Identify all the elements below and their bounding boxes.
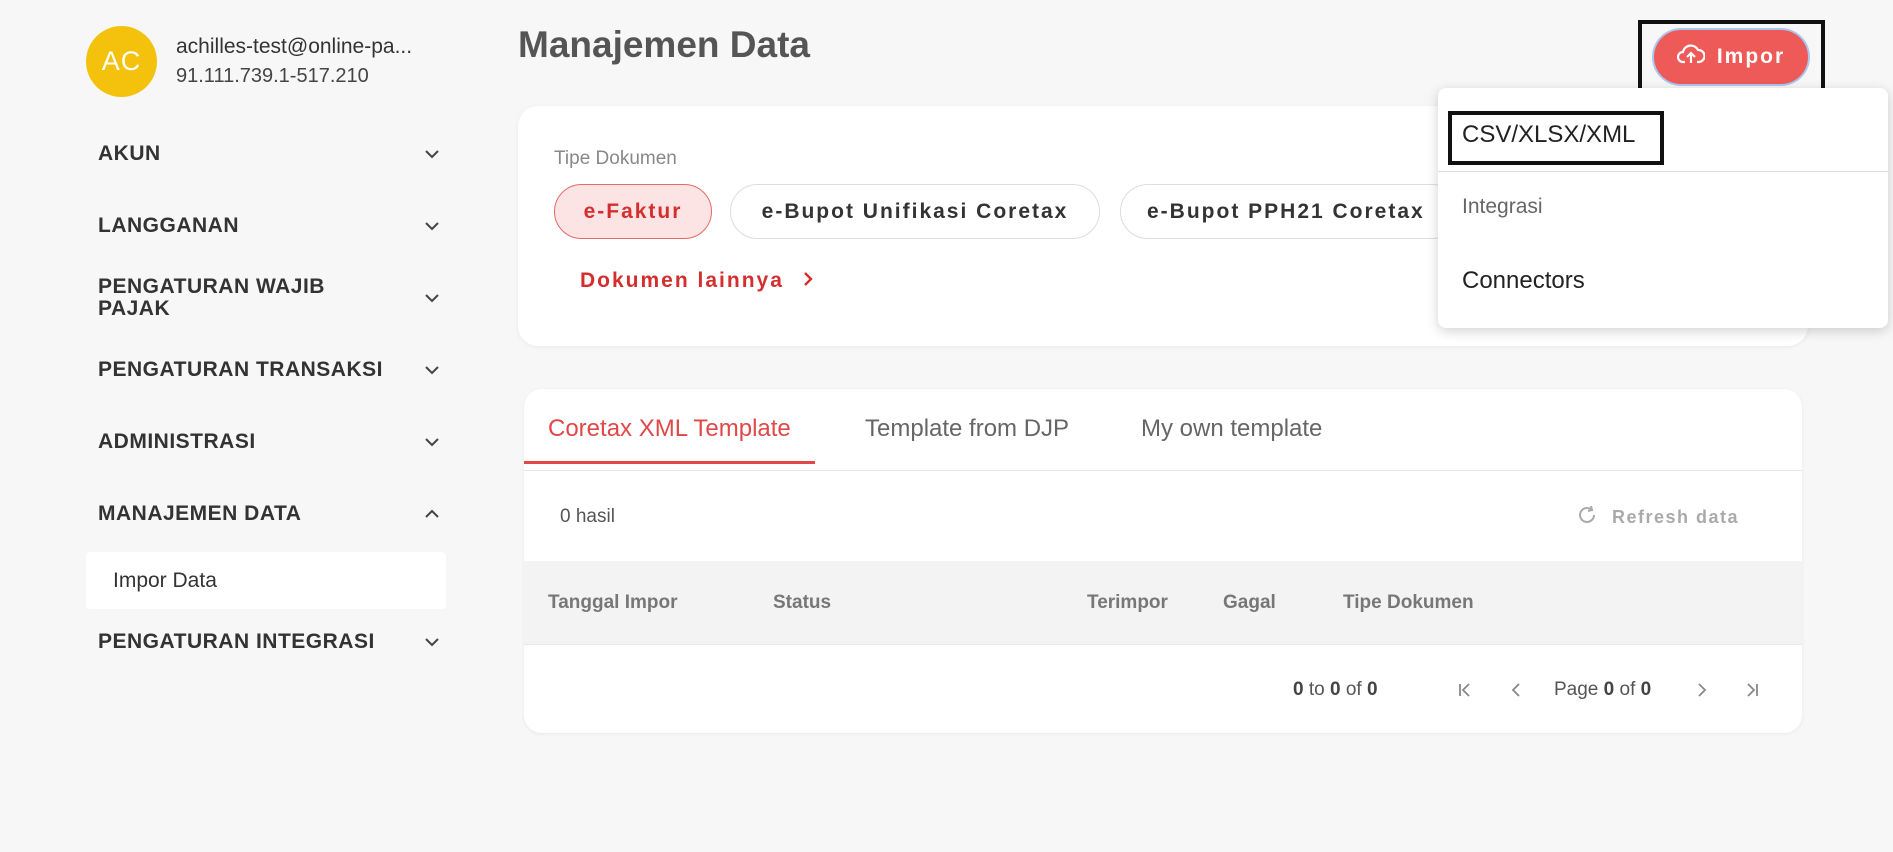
avatar: AC	[86, 26, 157, 97]
chevron-down-icon	[424, 362, 440, 378]
first-page-icon[interactable]	[1455, 679, 1475, 701]
menu-item-csv-xlsx-xml[interactable]: CSV/XLSX/XML	[1462, 121, 1635, 149]
sidebar-item-label: PENGATURAN INTEGRASI	[98, 630, 375, 653]
refresh-icon	[1576, 504, 1598, 531]
header-status[interactable]: Status	[773, 592, 831, 614]
sidebar-item-manajemen-data[interactable]: MANAJEMEN DATA	[98, 503, 440, 525]
sidebar-subitem-impor-data[interactable]: Impor Data	[86, 552, 446, 609]
chip-e-bupot-pph21[interactable]: e-Bupot PPH21 Coretax	[1120, 184, 1460, 239]
sidebar-item-label: LANGGANAN	[98, 214, 239, 237]
menu-section-integrasi: Integrasi	[1462, 195, 1543, 218]
menu-divider	[1438, 171, 1888, 172]
chevron-down-icon	[424, 290, 440, 306]
result-count: 0 hasil	[560, 506, 615, 527]
sidebar-item-akun[interactable]: AKUN	[98, 143, 440, 165]
pager-summary: 0 to 0 of 0	[1293, 679, 1378, 700]
page-title: Manajemen Data	[518, 24, 810, 65]
tab-template-from-djp[interactable]: Template from DJP	[865, 415, 1069, 443]
import-table-card: Coretax XML Template Template from DJP M…	[524, 389, 1802, 733]
chip-e-bupot-unifikasi[interactable]: e-Bupot Unifikasi Coretax	[730, 184, 1100, 239]
cloud-upload-icon	[1676, 43, 1706, 71]
header-terimpor[interactable]: Terimpor	[1087, 592, 1168, 614]
page-indicator: Page 0 of 0	[1554, 679, 1652, 700]
previous-page-icon[interactable]	[1507, 679, 1527, 701]
chevron-up-icon	[424, 506, 440, 522]
last-page-icon[interactable]	[1742, 679, 1762, 701]
sidebar-item-pengaturan-integrasi[interactable]: PENGATURAN INTEGRASI	[98, 631, 440, 653]
chevron-down-icon	[424, 218, 440, 234]
next-page-icon[interactable]	[1691, 679, 1711, 701]
sidebar-item-pengaturan-transaksi[interactable]: PENGATURAN TRANSAKSI	[98, 359, 440, 381]
sidebar-item-pengaturan-wajib-pajak[interactable]: PENGATURAN WAJIB PAJAK	[98, 276, 440, 320]
menu-item-connectors[interactable]: Connectors	[1462, 267, 1585, 295]
chip-e-faktur[interactable]: e-Faktur	[554, 184, 712, 239]
impor-button[interactable]: Impor	[1654, 30, 1808, 84]
tab-coretax-xml-template[interactable]: Coretax XML Template	[548, 415, 791, 443]
template-tabs: Coretax XML Template Template from DJP M…	[524, 389, 1802, 471]
user-profile[interactable]: AC achilles-test@online-pa... 91.111.739…	[86, 26, 436, 97]
document-type-label: Tipe Dokumen	[554, 148, 677, 169]
refresh-data-button[interactable]: Refresh data	[1576, 504, 1739, 531]
sidebar-item-administrasi[interactable]: ADMINISTRASI	[98, 431, 440, 453]
chevron-down-icon	[424, 634, 440, 650]
impor-dropdown-menu: CSV/XLSX/XML Integrasi Connectors	[1438, 88, 1888, 328]
sidebar-item-label: AKUN	[98, 142, 161, 165]
chevron-down-icon	[424, 434, 440, 450]
user-npwp: 91.111.739.1-517.210	[176, 65, 369, 87]
sidebar-item-label: ADMINISTRASI	[98, 430, 256, 453]
more-documents-link[interactable]: Dokumen lainnya	[580, 269, 814, 293]
user-email: achilles-test@online-pa...	[176, 35, 413, 58]
sidebar-item-label: MANAJEMEN DATA	[98, 502, 302, 525]
header-tanggal-impor[interactable]: Tanggal Impor	[548, 592, 677, 614]
chevron-down-icon	[424, 146, 440, 162]
sidebar-item-langganan[interactable]: LANGGANAN	[98, 215, 440, 237]
table-header: Tanggal Impor Status Terimpor Gagal Tipe…	[524, 561, 1802, 645]
refresh-label: Refresh data	[1612, 507, 1740, 527]
active-tab-indicator	[524, 461, 815, 464]
header-tipe-dokumen[interactable]: Tipe Dokumen	[1343, 592, 1474, 614]
header-gagal[interactable]: Gagal	[1223, 592, 1276, 614]
more-documents-label: Dokumen lainnya	[580, 269, 784, 292]
impor-label: Impor	[1716, 45, 1786, 68]
tab-my-own-template[interactable]: My own template	[1141, 415, 1322, 443]
sidebar-item-label: PENGATURAN TRANSAKSI	[98, 358, 383, 381]
chevron-right-icon	[802, 269, 814, 293]
sidebar: AC achilles-test@online-pa... 91.111.739…	[0, 0, 470, 852]
sidebar-item-label: PENGATURAN WAJIB PAJAK	[98, 275, 325, 320]
